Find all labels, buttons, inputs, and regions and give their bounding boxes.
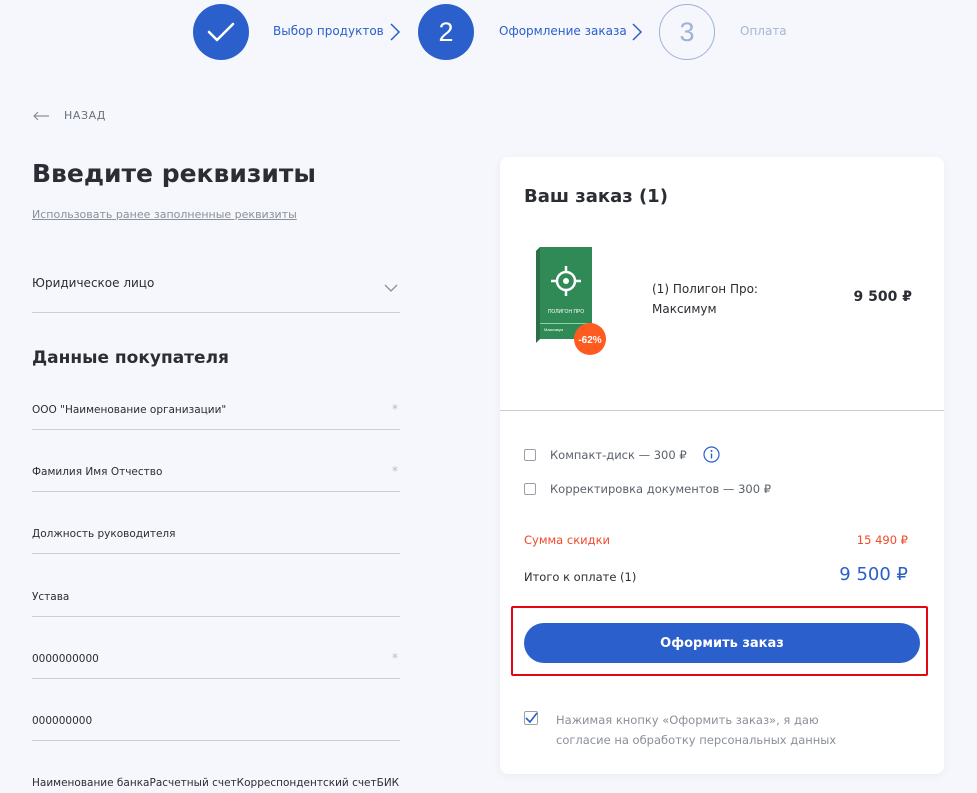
chevron-right-icon — [390, 23, 401, 41]
step-1-label[interactable]: Выбор продуктов — [273, 24, 384, 38]
option-cd[interactable]: Компакт-диск — 300 ₽ — [524, 446, 720, 463]
order-summary-card: Ваш заказ (1) ПОЛИГОН ПРО Максимум -62% … — [500, 157, 944, 774]
field-label: 0000000000 — [32, 653, 99, 665]
product-name: (1) Полигон Про: Максимум — [652, 282, 758, 316]
place-order-button[interactable]: Оформить заказ — [524, 623, 920, 663]
discount-badge: -62% — [578, 335, 601, 346]
total-label: Итого к оплате (1) — [524, 570, 637, 584]
arrow-left-icon — [33, 111, 49, 120]
field-label: ООО "Наименование организации" — [32, 404, 227, 416]
step-1-circle — [193, 4, 249, 60]
page-title: Введите реквизиты — [32, 159, 316, 188]
info-icon[interactable] — [703, 446, 720, 463]
consent-checkbox[interactable] — [524, 711, 538, 725]
field-label: Фамилия Имя Отчество — [32, 466, 163, 478]
required-mark: * — [392, 402, 398, 416]
use-previous-details-link[interactable]: Использовать ранее заполненные реквизиты — [32, 208, 297, 221]
chevron-right-icon — [632, 23, 643, 41]
organization-name-field[interactable]: ООО "Наименование организации" * — [32, 402, 400, 430]
step-2-number: 2 — [438, 16, 454, 47]
required-mark: * — [392, 651, 398, 665]
divider — [500, 410, 944, 411]
kpp-field[interactable]: 000000000 — [32, 715, 400, 741]
option-doc-correction[interactable]: Корректировка документов — 300 ₽ — [524, 482, 771, 496]
field-label: 000000000 — [32, 715, 93, 727]
buyer-section-title: Данные покупателя — [32, 348, 229, 368]
field-label: Устава — [32, 591, 70, 603]
back-label: НАЗАД — [64, 109, 106, 122]
product-box-subtitle: Максимум — [544, 327, 563, 332]
full-name-field[interactable]: Фамилия Имя Отчество * — [32, 464, 400, 492]
order-title: Ваш заказ (1) — [524, 186, 668, 207]
checkmark-icon — [525, 712, 538, 724]
consent-text: Нажимая кнопку «Оформить заказ», я даю с… — [556, 713, 837, 747]
back-link[interactable]: НАЗАД — [32, 109, 106, 122]
checkbox[interactable] — [524, 483, 536, 495]
step-2-label: Оформление заказа — [499, 24, 627, 38]
step-2-circle: 2 — [418, 4, 474, 60]
required-mark: * — [392, 464, 398, 478]
charter-field[interactable]: Устава — [32, 591, 400, 617]
entity-type-value: Юридическое лицо — [32, 276, 155, 290]
step-3-number: 3 — [679, 16, 695, 47]
discount-value: 15 490 ₽ — [856, 533, 908, 547]
option-label: Корректировка документов — 300 ₽ — [550, 482, 772, 496]
bank-details-field[interactable]: Наименование банкаРасчетный счетКорреспо… — [32, 777, 400, 793]
inn-field[interactable]: 0000000000 * — [32, 651, 400, 679]
product-box-image: ПОЛИГОН ПРО Максимум -62% — [536, 247, 606, 355]
checkbox[interactable] — [524, 448, 536, 461]
step-3-circle: 3 — [659, 4, 715, 60]
field-label: Должность руководителя — [32, 528, 176, 540]
option-label: Компакт-диск — 300 ₽ — [550, 447, 687, 462]
consent-row[interactable]: Нажимая кнопку «Оформить заказ», я даю с… — [524, 710, 876, 750]
step-3-label: Оплата — [740, 24, 787, 38]
product-price: 9 500 ₽ — [853, 289, 912, 305]
product-box-title: ПОЛИГОН ПРО — [548, 309, 584, 315]
chevron-down-icon — [384, 284, 398, 292]
director-position-field[interactable]: Должность руководителя — [32, 528, 400, 554]
discount-label: Сумма скидки — [524, 533, 611, 547]
field-label: Наименование банкаРасчетный счетКорреспо… — [32, 777, 400, 789]
checkmark-icon — [207, 22, 235, 42]
entity-type-select[interactable]: Юридическое лицо — [32, 276, 400, 313]
total-value: 9 500 ₽ — [839, 564, 908, 585]
